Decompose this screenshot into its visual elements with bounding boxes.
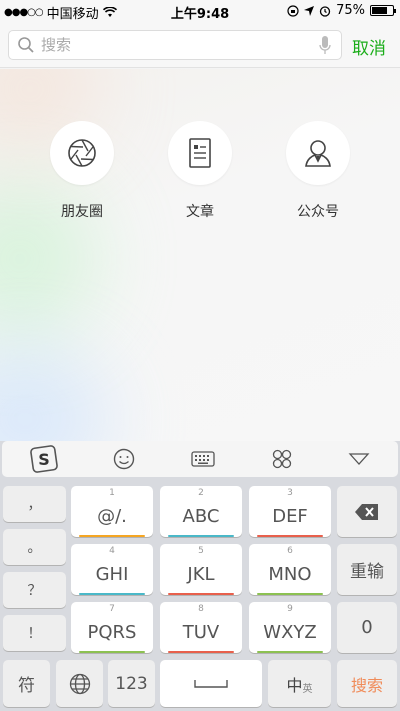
moments-aperture-icon <box>68 139 96 167</box>
status-bar: ●●●○○ 中国移动 上午9:48 75% <box>0 0 400 22</box>
emoji-icon[interactable] <box>113 448 135 470</box>
category-official-accounts[interactable]: 公众号 <box>273 121 363 221</box>
zero-key[interactable]: 0 <box>337 602 397 653</box>
key-7-pqrs[interactable]: 7 PQRS <box>71 602 153 653</box>
key-9-wxyz[interactable]: 9 WXYZ <box>249 602 331 653</box>
numbers-key[interactable]: 123 <box>108 660 155 707</box>
category-moments[interactable]: 朋友圈 <box>37 121 127 221</box>
key-exclamation[interactable]: ！ <box>3 615 66 651</box>
sogou-logo-icon[interactable]: S <box>29 445 58 473</box>
search-icon <box>18 37 34 53</box>
orientation-lock-icon <box>287 4 299 17</box>
battery-percent: 75% <box>336 3 365 18</box>
key-question[interactable]: ？ <box>3 572 66 608</box>
key-5-jkl[interactable]: 5 JKL <box>160 544 242 595</box>
clover-icon[interactable] <box>271 448 293 470</box>
search-key[interactable]: 搜索 <box>337 660 397 707</box>
key-comma[interactable]: ， <box>3 486 66 522</box>
keyboard-toolbar: S <box>2 441 398 477</box>
svg-text:S: S <box>38 450 50 469</box>
key-6-mno[interactable]: 6 MNO <box>249 544 331 595</box>
alarm-icon <box>319 5 331 17</box>
key-period[interactable]: 。 <box>3 529 66 565</box>
backspace-icon <box>355 503 378 520</box>
language-toggle-key[interactable]: 中英 <box>268 660 331 707</box>
key-4-ghi[interactable]: 4 GHI <box>71 544 153 595</box>
search-box[interactable] <box>8 30 342 60</box>
cancel-button[interactable]: 取消 <box>352 34 386 59</box>
search-category-panel: 朋友圈 文章 公众号 <box>0 69 400 441</box>
backspace-key[interactable] <box>337 486 397 537</box>
sogou-keyboard: S ， 。 ？ ！ 1 @/. 2 ABC 3 DEF 4 GHI 5 JKL 6 MNO … <box>0 441 400 711</box>
key-1-symbols[interactable]: 1 @/. <box>71 486 153 537</box>
globe-key[interactable] <box>56 660 103 707</box>
search-input[interactable] <box>41 36 301 54</box>
key-2-abc[interactable]: 2 ABC <box>160 486 242 537</box>
category-label: 朋友圈 <box>61 204 103 220</box>
battery-icon <box>370 5 396 16</box>
key-8-tuv[interactable]: 8 TUV <box>160 602 242 653</box>
space-icon <box>194 679 228 688</box>
category-label: 文章 <box>186 204 214 220</box>
symbols-key[interactable]: 符 <box>3 660 50 707</box>
globe-icon <box>69 673 90 694</box>
collapse-keyboard-icon[interactable] <box>348 452 370 466</box>
category-articles[interactable]: 文章 <box>155 121 245 221</box>
search-header: 取消 <box>0 22 400 68</box>
official-account-icon <box>305 140 331 167</box>
article-icon <box>189 138 211 168</box>
location-icon <box>304 5 315 16</box>
keyboard-icon[interactable] <box>191 450 215 468</box>
category-label: 公众号 <box>297 204 339 220</box>
microphone-icon[interactable] <box>319 36 331 55</box>
retype-key[interactable]: 重输 <box>337 544 397 595</box>
key-3-def[interactable]: 3 DEF <box>249 486 331 537</box>
space-key[interactable] <box>160 660 262 707</box>
